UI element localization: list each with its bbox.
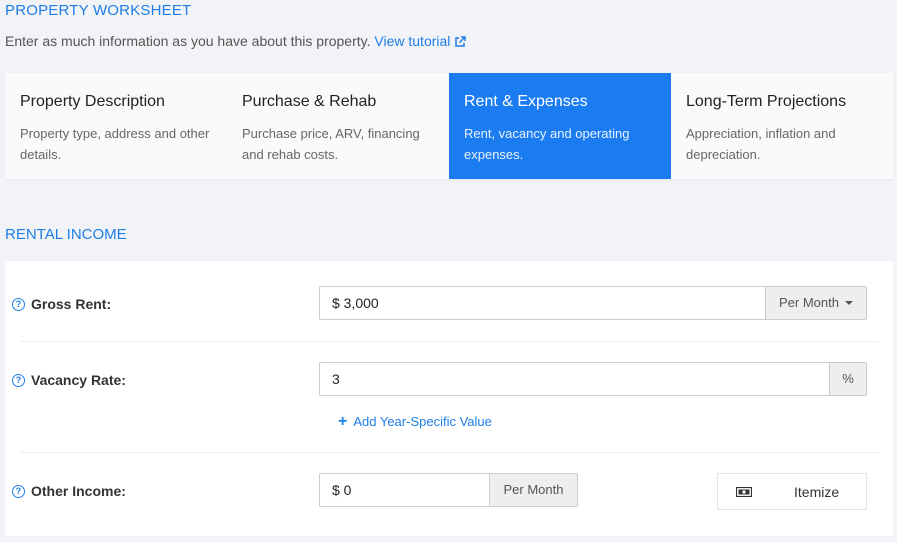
- rental-income-card: ? Gross Rent: $ 3,000 Per Month ? Vacanc…: [5, 261, 893, 536]
- plus-icon: +: [338, 413, 348, 430]
- tab-description: Rent, vacancy and operating expenses.: [464, 126, 630, 162]
- view-tutorial-link[interactable]: View tutorial: [374, 33, 467, 51]
- tab-purchase-rehab[interactable]: Purchase & Rehab Purchase price, ARV, fi…: [227, 73, 449, 179]
- vacancy-rate-unit: %: [830, 362, 867, 396]
- tab-description: Appreciation, inflation and depreciation…: [686, 126, 836, 162]
- tab-long-term-projections[interactable]: Long-Term Projections Appreciation, infl…: [671, 73, 893, 179]
- divider: [20, 452, 878, 453]
- view-tutorial-label: View tutorial: [374, 33, 451, 49]
- tab-title: Purchase & Rehab: [242, 93, 377, 110]
- worksheet-tabs: Property Description Property type, addr…: [5, 73, 893, 179]
- tab-title: Long-Term Projections: [686, 93, 847, 110]
- other-income-label: Other Income:: [31, 483, 126, 499]
- intro-description: Enter as much information as you have ab…: [5, 33, 371, 49]
- gross-rent-input[interactable]: $ 3,000: [319, 286, 766, 320]
- tab-rent-expenses[interactable]: Rent & Expenses Rent, vacancy and operat…: [449, 73, 671, 179]
- other-income-period: Per Month: [490, 473, 578, 507]
- tab-description: Property type, address and other details…: [20, 126, 210, 162]
- external-link-icon: [454, 35, 467, 51]
- tab-title: Rent & Expenses: [464, 93, 588, 110]
- vacancy-rate-input-group: 3 %: [319, 362, 867, 396]
- vacancy-rate-label: Vacancy Rate:: [31, 372, 126, 388]
- help-icon[interactable]: ?: [12, 484, 25, 498]
- gross-rent-input-group: $ 3,000 Per Month: [319, 286, 867, 320]
- vacancy-rate-input[interactable]: 3: [319, 362, 830, 396]
- gross-rent-label-row: ? Gross Rent:: [12, 296, 111, 312]
- tab-description: Purchase price, ARV, financing and rehab…: [242, 126, 420, 162]
- intro-text: Enter as much information as you have ab…: [5, 33, 467, 51]
- other-income-input-group: $ 0 Per Month: [319, 473, 578, 507]
- gross-rent-period-label: Per Month: [779, 295, 839, 310]
- divider: [20, 341, 878, 342]
- tab-property-description[interactable]: Property Description Property type, addr…: [5, 73, 227, 179]
- rental-income-heading: RENTAL INCOME: [5, 226, 127, 243]
- vacancy-rate-label-row: ? Vacancy Rate:: [12, 372, 126, 388]
- page-title: PROPERTY WORKSHEET: [5, 2, 192, 19]
- other-income-input[interactable]: $ 0: [319, 473, 490, 507]
- gross-rent-period-dropdown[interactable]: Per Month: [766, 286, 867, 320]
- tab-title: Property Description: [20, 93, 165, 110]
- help-icon[interactable]: ?: [12, 373, 25, 387]
- itemize-label: Itemize: [794, 483, 840, 500]
- gross-rent-label: Gross Rent:: [31, 296, 112, 312]
- add-year-specific-value-link[interactable]: + Add Year-Specific Value: [338, 413, 492, 431]
- help-icon[interactable]: ?: [12, 297, 25, 311]
- other-income-label-row: ? Other Income:: [12, 483, 126, 499]
- money-icon: [718, 486, 770, 497]
- add-year-specific-value-label: Add Year-Specific Value: [353, 414, 492, 429]
- caret-down-icon: [844, 301, 853, 305]
- itemize-button[interactable]: Itemize: [717, 473, 867, 510]
